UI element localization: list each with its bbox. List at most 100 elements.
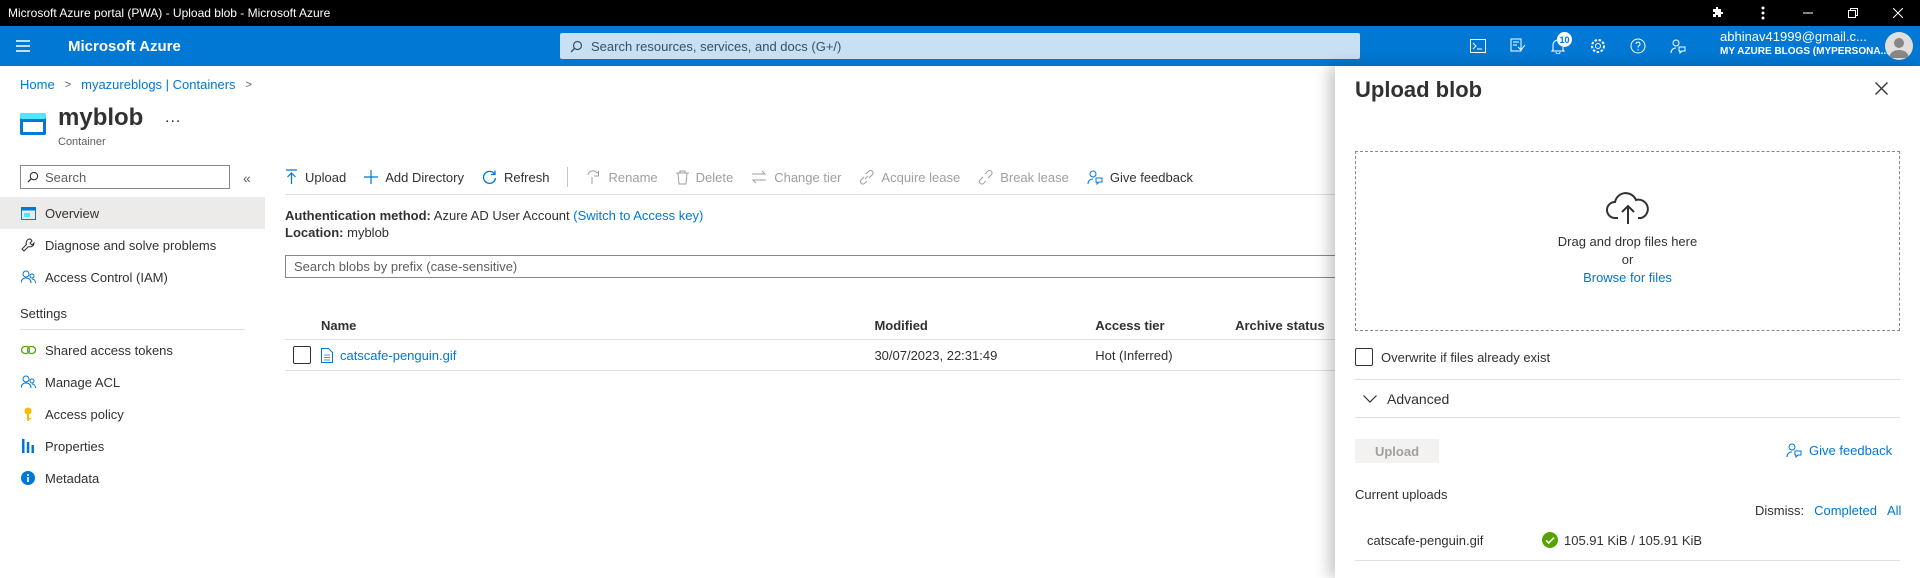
feedback-icon (1786, 442, 1802, 458)
nav-item-properties[interactable]: Properties (0, 430, 265, 462)
container-icon (20, 113, 46, 135)
column-header-access-tier[interactable]: Access tier (1095, 318, 1235, 333)
directory-filter-icon[interactable] (1498, 26, 1538, 66)
dismiss-controls: Dismiss: Completed All (1755, 503, 1911, 518)
upload-progress-text: 105.91 KiB / 105.91 KiB (1564, 532, 1703, 548)
advanced-label: Advanced (1387, 391, 1450, 407)
add-directory-button[interactable]: Add Directory (364, 170, 464, 185)
nav-item-shared-access-tokens[interactable]: Shared access tokens (0, 334, 265, 366)
advanced-toggle[interactable]: Advanced (1363, 391, 1449, 407)
browse-files-link[interactable]: Browse for files (1356, 270, 1899, 285)
page-subtitle: Container (58, 136, 106, 148)
row-checkbox[interactable] (293, 346, 311, 364)
lease-link-icon (859, 169, 874, 185)
add-directory-label: Add Directory (385, 169, 464, 185)
overwrite-checkbox[interactable] (1355, 348, 1373, 366)
account-menu[interactable]: abhinav41999@gmail.c... MY AZURE BLOGS (… (1720, 29, 1889, 59)
nav-item-diagnose[interactable]: Diagnose and solve problems (0, 229, 265, 261)
overwrite-label: Overwrite if files already exist (1381, 349, 1551, 365)
overview-icon (20, 206, 36, 220)
nav-item-label: Properties (45, 438, 105, 454)
acquire-lease-button[interactable]: Acquire lease (859, 170, 960, 185)
nav-search-input[interactable]: Search (20, 165, 230, 189)
close-icon[interactable] (1875, 82, 1888, 95)
notification-badge: 10 (1557, 32, 1572, 47)
chevron-down-icon (1363, 395, 1377, 403)
upload-file-name: catscafe-penguin.gif (1367, 532, 1484, 548)
restore-icon[interactable] (1830, 0, 1875, 26)
nav-item-label: Manage ACL (45, 374, 121, 390)
nav-item-access-control[interactable]: Access Control (IAM) (0, 261, 265, 293)
delete-label: Delete (695, 169, 734, 185)
hamburger-menu-icon[interactable] (0, 26, 46, 66)
rename-button[interactable]: Rename (586, 169, 658, 185)
window-title: Microsoft Azure portal (PWA) - Upload bl… (8, 6, 331, 20)
collapse-nav-icon[interactable]: « (243, 170, 251, 186)
divider (20, 329, 245, 330)
give-feedback-button[interactable]: Give feedback (1087, 169, 1193, 185)
blob-search-placeholder: Search blobs by prefix (case-sensitive) (294, 259, 518, 274)
close-window-icon[interactable] (1875, 0, 1920, 26)
switch-to-access-key-link[interactable]: (Switch to Access key) (573, 208, 703, 223)
current-uploads-heading: Current uploads (1355, 487, 1448, 502)
avatar[interactable] (1885, 32, 1913, 60)
panel-give-feedback-label: Give feedback (1809, 442, 1893, 458)
refresh-label: Refresh (503, 169, 550, 185)
nav-item-access-policy[interactable]: Access policy (0, 398, 265, 430)
upload-blob-panel: Upload blob Drag and drop files here or … (1335, 66, 1920, 578)
people-icon (20, 375, 36, 389)
minimize-icon[interactable] (1785, 0, 1830, 26)
upload-item: catscafe-penguin.gif 105.91 KiB / 105.91… (1367, 532, 1887, 548)
change-tier-button[interactable]: Change tier (751, 170, 841, 185)
feedback-icon (1087, 169, 1103, 185)
feedback-icon[interactable] (1658, 26, 1698, 66)
overwrite-checkbox-row[interactable]: Overwrite if files already exist (1355, 348, 1550, 366)
global-search-placeholder: Search resources, services, and docs (G+… (591, 38, 842, 54)
global-search-input[interactable]: Search resources, services, and docs (G+… (560, 33, 1360, 59)
table-row[interactable]: catscafe-penguin.gif 30/07/2023, 22:31:4… (285, 340, 1335, 371)
blob-name-link[interactable]: catscafe-penguin.gif (340, 348, 456, 363)
column-header-modified[interactable]: Modified (874, 318, 1095, 333)
divider (285, 194, 1335, 195)
more-options-icon[interactable] (1740, 0, 1785, 26)
nav-item-manage-acl[interactable]: Manage ACL (0, 366, 265, 398)
upload-button[interactable]: Upload (285, 169, 346, 185)
plus-icon (364, 170, 379, 184)
success-check-icon (1542, 532, 1558, 548)
column-header-archive-status[interactable]: Archive status (1235, 318, 1335, 333)
rename-icon (586, 169, 601, 185)
more-actions-button[interactable]: ... (165, 109, 181, 127)
or-text: or (1621, 252, 1634, 267)
change-tier-label: Change tier (774, 169, 842, 185)
swap-arrows-icon (751, 170, 767, 184)
nav-search-placeholder: Search (45, 169, 87, 185)
refresh-button[interactable]: Refresh (482, 169, 550, 185)
blobs-table: Name Modified Access tier Archive status… (285, 312, 1335, 371)
notifications-bell-icon[interactable]: 10 (1538, 26, 1578, 66)
file-dropzone[interactable]: Drag and drop files here or Browse for f… (1355, 151, 1900, 331)
delete-button[interactable]: Delete (675, 169, 734, 185)
properties-icon (20, 439, 36, 453)
blob-search-input[interactable]: Search blobs by prefix (case-sensitive) (285, 255, 1345, 278)
breadcrumb-home[interactable]: Home (20, 77, 55, 92)
cloud-shell-icon[interactable] (1458, 26, 1498, 66)
help-icon[interactable] (1618, 26, 1658, 66)
search-icon (570, 40, 583, 53)
brand-title[interactable]: Microsoft Azure (68, 38, 181, 55)
upload-arrow-icon (285, 169, 298, 185)
break-lease-button[interactable]: Break lease (978, 170, 1069, 185)
panel-give-feedback-link[interactable]: Give feedback (1786, 442, 1892, 458)
extensions-icon[interactable] (1695, 0, 1740, 26)
nav-item-metadata[interactable]: Metadata (0, 462, 265, 494)
panel-upload-button[interactable]: Upload (1355, 439, 1439, 463)
column-header-name[interactable]: Name (321, 318, 874, 333)
breadcrumb-containers[interactable]: myazureblogs | Containers (81, 77, 235, 92)
dismiss-completed-link[interactable]: Completed (1814, 503, 1877, 518)
divider (1355, 560, 1900, 561)
blob-access-tier: Hot (Inferred) (1095, 347, 1173, 363)
settings-gear-icon[interactable] (1578, 26, 1618, 66)
nav-item-overview[interactable]: Overview (0, 197, 265, 229)
dismiss-all-link[interactable]: All (1887, 503, 1901, 518)
account-email: abhinav41999@gmail.c... (1720, 29, 1867, 44)
info-icon (20, 471, 36, 485)
